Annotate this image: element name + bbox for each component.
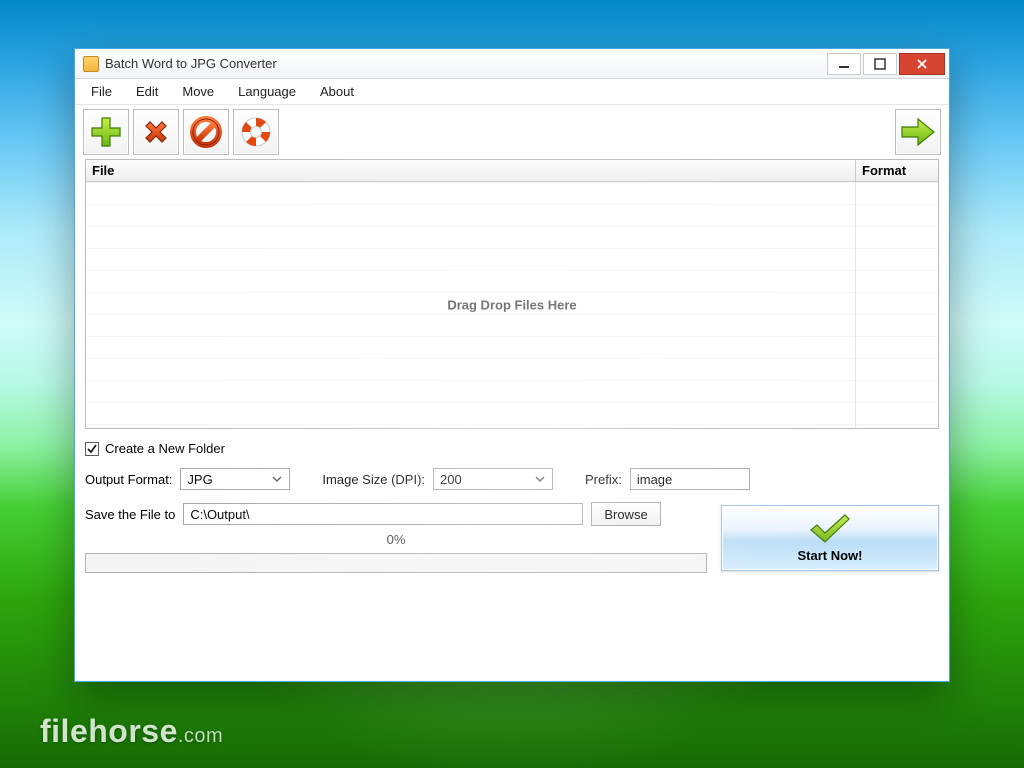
watermark: filehorse.com xyxy=(40,713,223,750)
maximize-icon xyxy=(874,58,886,70)
progress-percent: 0% xyxy=(85,532,707,547)
output-format-label: Output Format: xyxy=(85,472,172,487)
dpi-select[interactable]: 200 xyxy=(433,468,553,490)
create-folder-label: Create a New Folder xyxy=(105,441,225,456)
checkmark-icon xyxy=(807,512,853,546)
column-header-file[interactable]: File xyxy=(86,160,856,181)
file-list[interactable]: File Format Drag Drop Files Here xyxy=(85,159,939,429)
content-area: File Format Drag Drop Files Here Create … xyxy=(75,159,949,583)
maximize-button[interactable] xyxy=(863,53,897,75)
checkbox-icon xyxy=(85,442,99,456)
chevron-down-icon xyxy=(269,472,285,487)
close-icon xyxy=(916,58,928,70)
close-button[interactable] xyxy=(899,53,945,75)
chevron-down-icon xyxy=(532,472,548,487)
start-button[interactable]: Start Now! xyxy=(721,505,939,571)
menu-about[interactable]: About xyxy=(310,81,364,102)
progress-bar xyxy=(85,553,707,573)
menu-language[interactable]: Language xyxy=(228,81,306,102)
minimize-button[interactable] xyxy=(827,53,861,75)
menu-move[interactable]: Move xyxy=(172,81,224,102)
list-rows[interactable]: Drag Drop Files Here xyxy=(86,182,938,428)
output-format-select[interactable]: JPG xyxy=(180,468,290,490)
app-window: Batch Word to JPG Converter File Edit Mo… xyxy=(74,48,950,682)
prefix-value: image xyxy=(637,472,672,487)
menubar: File Edit Move Language About xyxy=(75,79,949,105)
prefix-label: Prefix: xyxy=(585,472,622,487)
output-format-value: JPG xyxy=(187,472,269,487)
next-button[interactable] xyxy=(895,109,941,155)
save-path-value: C:\Output\ xyxy=(190,507,249,522)
menu-file[interactable]: File xyxy=(81,81,122,102)
x-icon xyxy=(138,114,174,150)
menu-edit[interactable]: Edit xyxy=(126,81,168,102)
arrow-right-icon xyxy=(898,114,938,150)
save-path-label: Save the File to xyxy=(85,507,175,522)
browse-label: Browse xyxy=(604,507,647,522)
lifebuoy-icon xyxy=(238,114,274,150)
add-button[interactable] xyxy=(83,109,129,155)
toolbar xyxy=(75,105,949,159)
browse-button[interactable]: Browse xyxy=(591,502,660,526)
dpi-label: Image Size (DPI): xyxy=(322,472,425,487)
minimize-icon xyxy=(838,58,850,70)
help-button[interactable] xyxy=(233,109,279,155)
prohibit-icon xyxy=(188,114,224,150)
titlebar[interactable]: Batch Word to JPG Converter xyxy=(75,49,949,79)
app-icon xyxy=(83,56,99,72)
start-label: Start Now! xyxy=(798,548,863,563)
list-header: File Format xyxy=(86,160,938,182)
column-header-format[interactable]: Format xyxy=(856,160,938,181)
watermark-tld: .com xyxy=(178,725,223,747)
save-path-input[interactable]: C:\Output\ xyxy=(183,503,583,525)
window-title: Batch Word to JPG Converter xyxy=(105,56,825,71)
dpi-value: 200 xyxy=(440,472,532,487)
create-folder-checkbox[interactable]: Create a New Folder xyxy=(85,441,225,456)
desktop-background: Batch Word to JPG Converter File Edit Mo… xyxy=(0,0,1024,768)
clear-button[interactable] xyxy=(183,109,229,155)
column-separator[interactable] xyxy=(855,182,856,428)
drop-placeholder: Drag Drop Files Here xyxy=(86,298,938,313)
window-controls xyxy=(825,53,945,75)
watermark-name: filehorse xyxy=(40,713,178,749)
remove-button[interactable] xyxy=(133,109,179,155)
options-panel: Create a New Folder Output Format: JPG I… xyxy=(85,429,939,573)
plus-icon xyxy=(88,114,124,150)
prefix-input[interactable]: image xyxy=(630,468,750,490)
